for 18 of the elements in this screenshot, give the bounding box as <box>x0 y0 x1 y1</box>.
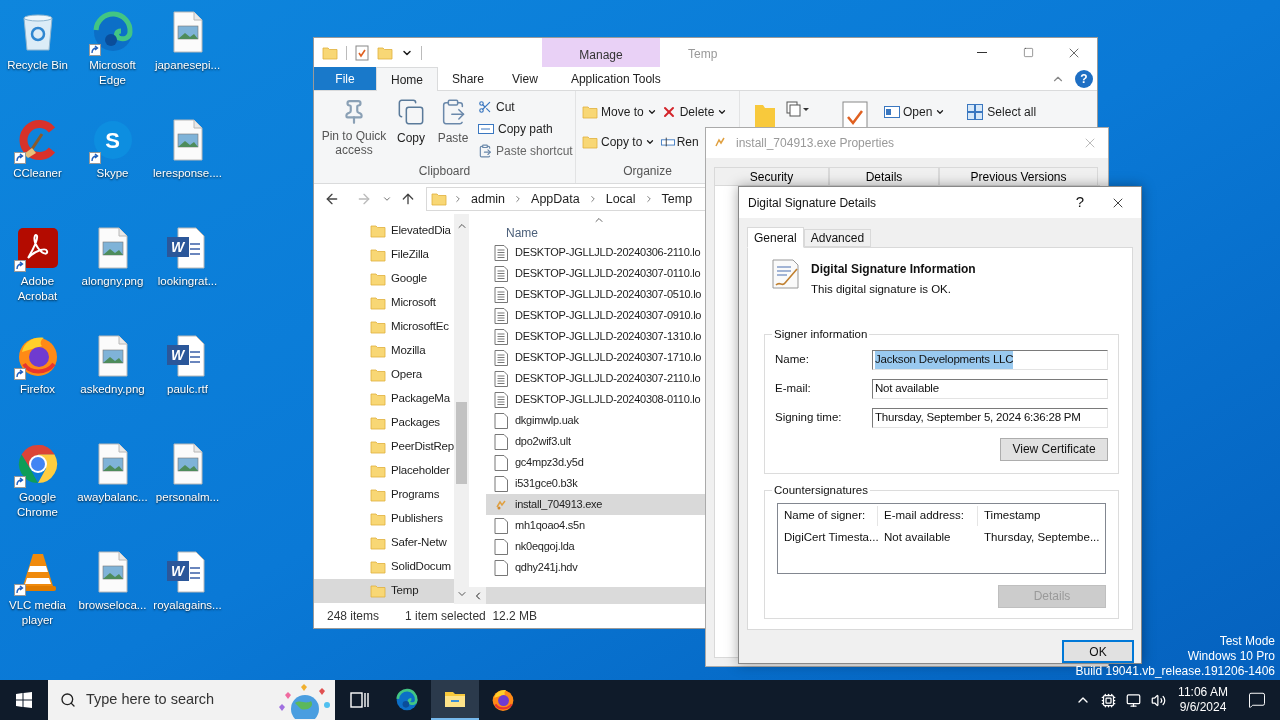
signature-status: This digital signature is OK. <box>811 282 952 297</box>
item-count: 248 items <box>327 608 380 625</box>
signature-heading: Digital Signature Information <box>811 261 976 278</box>
ribbon-group-label: Clipboard <box>417 163 472 180</box>
dialog-title: Digital Signature Details <box>748 194 878 212</box>
field-label: E-mail: <box>775 381 812 397</box>
system-watermark-text: Build 19041.vb_release.191206-1406 <box>1075 664 1275 679</box>
window-title: Temp <box>687 46 719 63</box>
group-label: Signer information <box>773 327 869 343</box>
contextual-tab-header: Manage <box>542 38 660 67</box>
selection-status: 1 item selected 12.2 MB <box>405 608 538 625</box>
system-watermark-text: Windows 10 Pro <box>1187 649 1275 664</box>
ribbon-group-label: Organize <box>622 163 673 180</box>
field-label: Name: <box>775 352 810 368</box>
group-label: Countersignatures <box>773 482 869 498</box>
field-label: Signing time: <box>775 410 843 426</box>
window-title: install_704913.exe Properties <box>736 135 896 152</box>
system-watermark-text: Test Mode <box>1219 634 1275 649</box>
